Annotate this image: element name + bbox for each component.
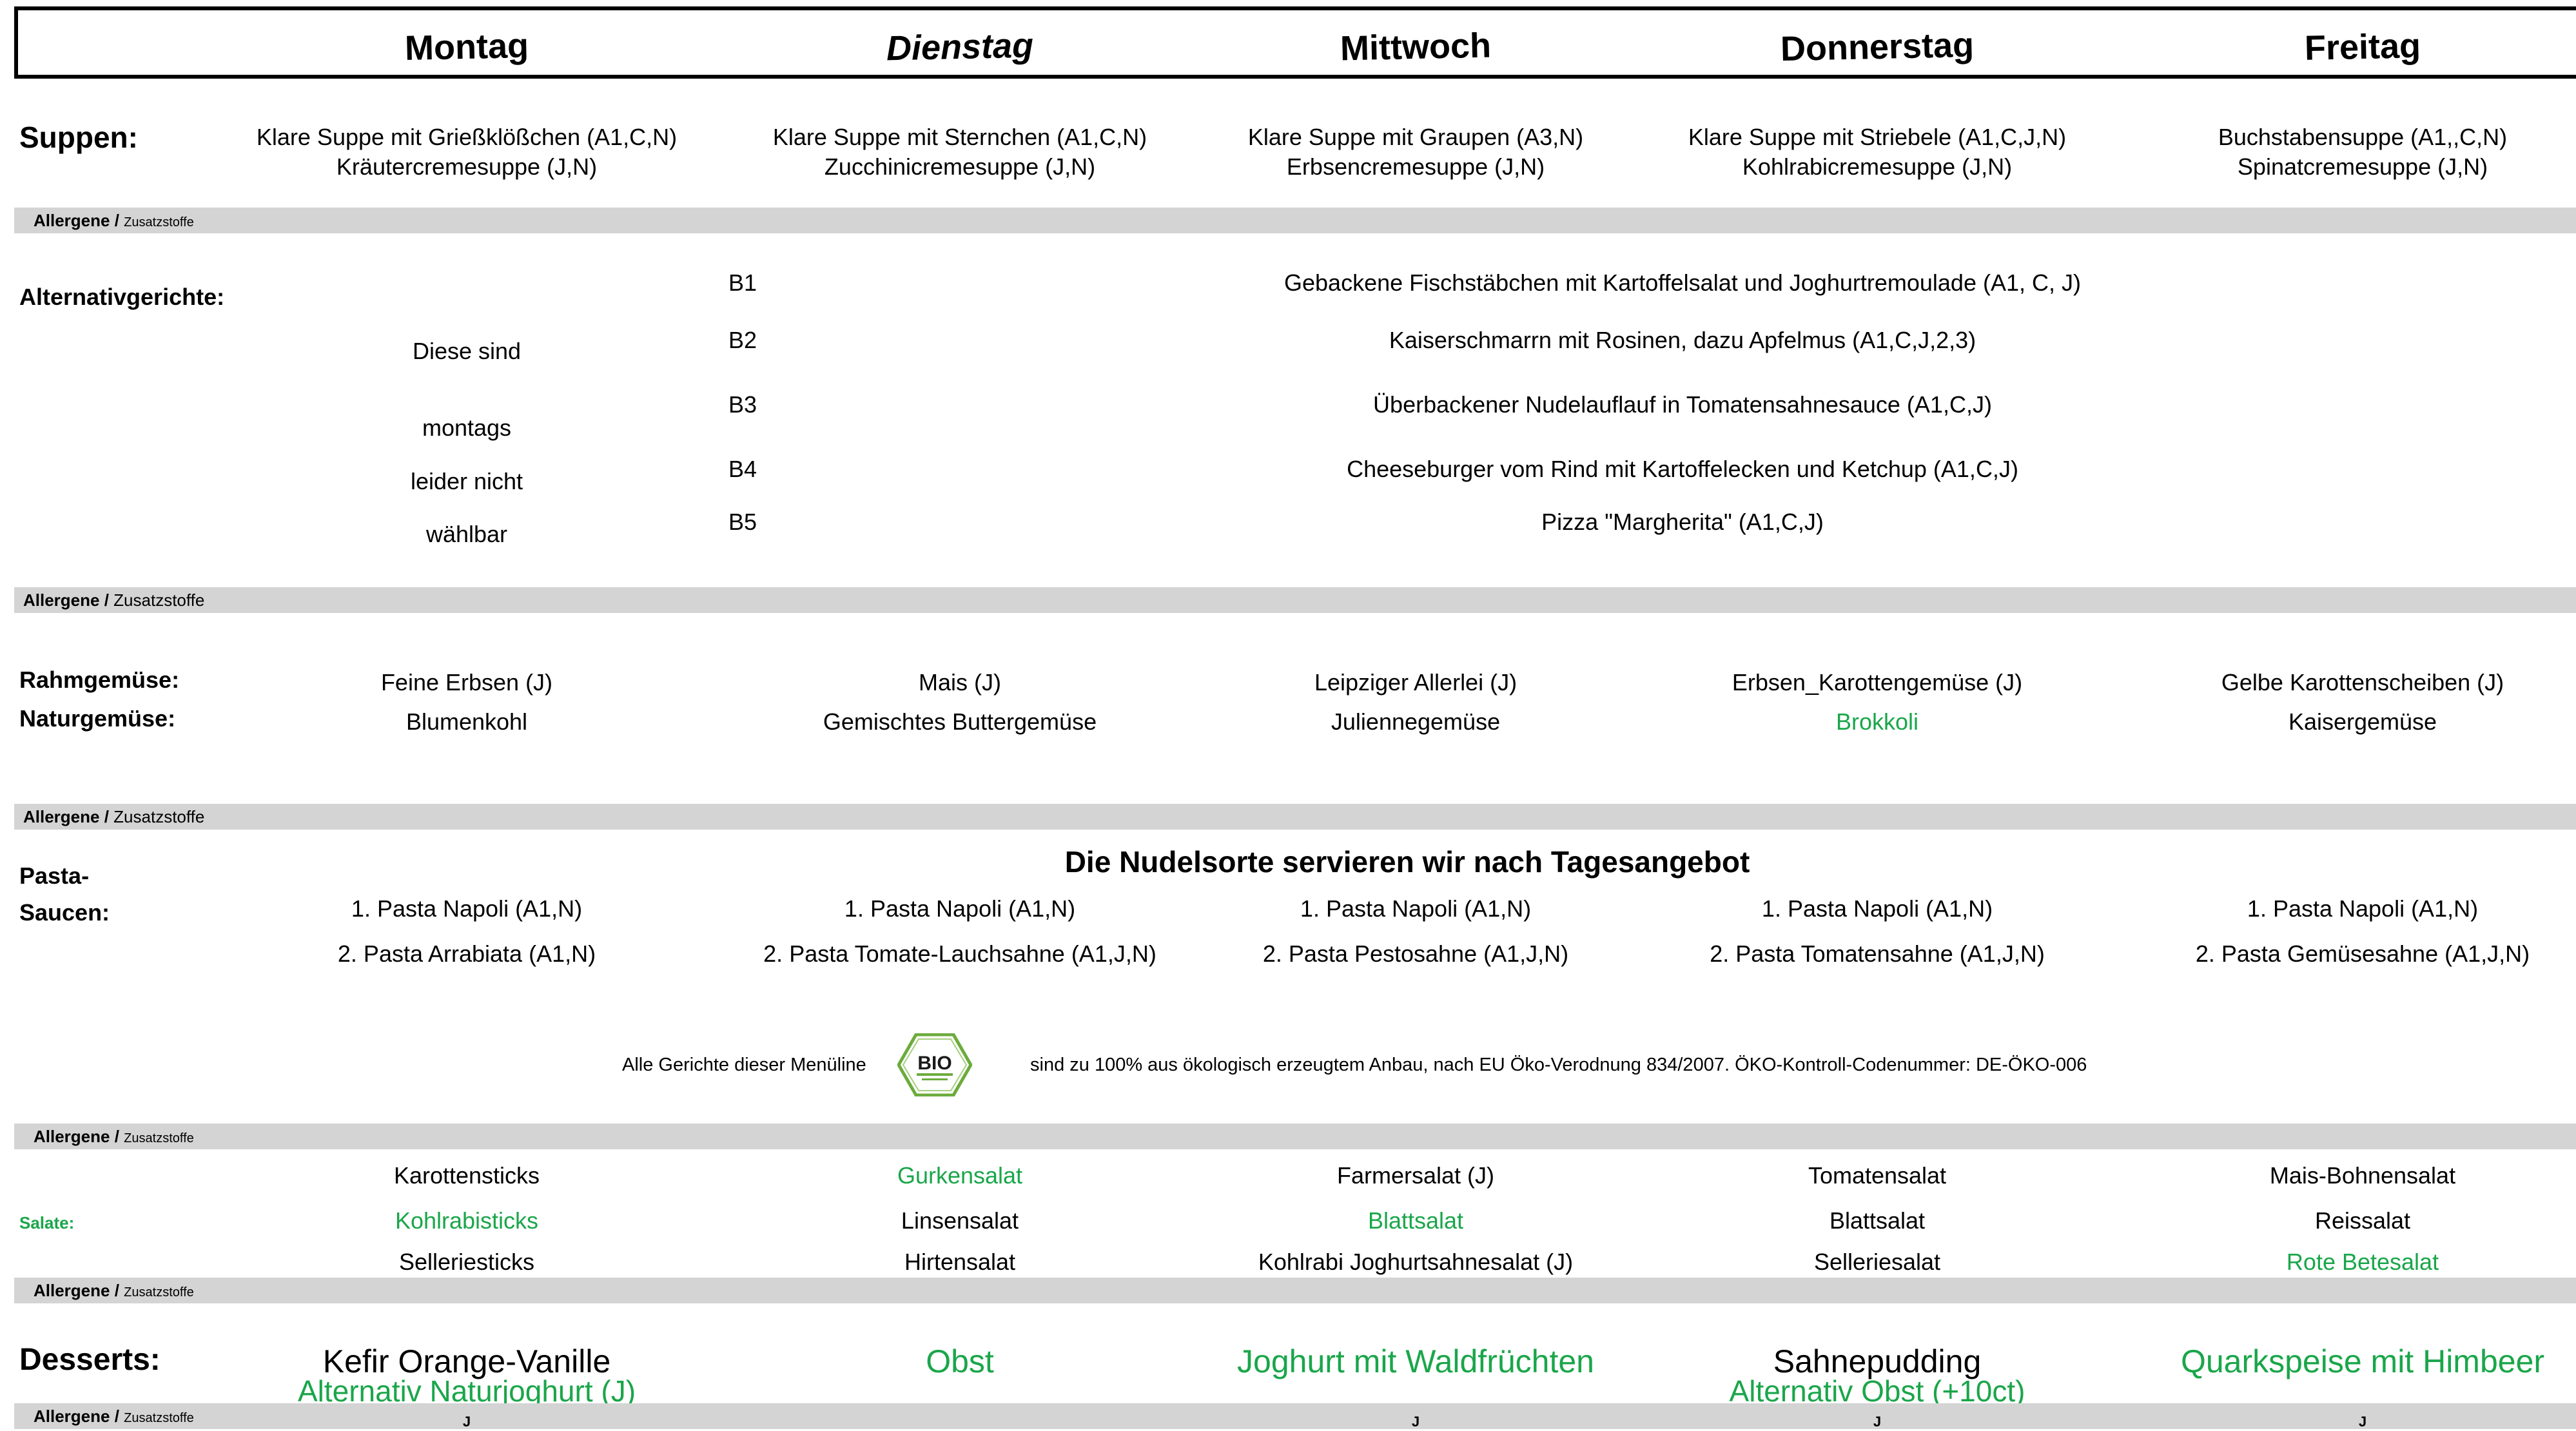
rahm-monday: Feine Erbsen (J) (380, 669, 553, 696)
day-thursday: Donnerstag (1780, 25, 1975, 69)
soup-tuesday: Klare Suppe mit Sternchen (A1,C,N) Zucchi… (772, 124, 1147, 180)
rahm-wednesday: Leipziger Allerlei (J) (1314, 669, 1517, 696)
allergen-band: Allergene / Zusatzstoffe (14, 1124, 2576, 1149)
natur-wednesday: Juliennegemüse (1331, 708, 1501, 735)
salad2-monday: Kohlrabisticks (395, 1207, 539, 1234)
pasta1-monday: 1. Pasta Napoli (A1,N) (351, 895, 583, 922)
alt-code-b1: B1 (728, 269, 757, 296)
allergen-band: Allergene / Zusatzstoffe (14, 804, 2576, 830)
alt-code-b2: B2 (728, 327, 757, 353)
allergen-band: Allergene / Zusatzstoffe (14, 587, 2576, 613)
salad1-wednesday: Farmersalat (J) (1336, 1162, 1495, 1189)
naturgemuese-label: Naturgemüse: (19, 705, 176, 732)
salad1-thursday: Tomatensalat (1808, 1162, 1947, 1189)
pasta2-thursday: 2. Pasta Tomatensahne (A1,J,N) (1710, 940, 2045, 967)
salad2-wednesday: Blattsalat (1367, 1207, 1464, 1234)
salad1-friday: Mais-Bohnensalat (2269, 1162, 2456, 1189)
soups-label: Suppen: (19, 121, 138, 154)
salad2-thursday: Blattsalat (1829, 1207, 1926, 1234)
natur-monday: Blumenkohl (405, 708, 528, 735)
monday-note-2: montags (422, 414, 512, 441)
pasta2-friday: 2. Pasta Gemüsesahne (A1,J,N) (2195, 940, 2530, 967)
pasta1-friday: 1. Pasta Napoli (A1,N) (2247, 895, 2479, 922)
allergen-band: Allergene / Zusatzstoffe (14, 208, 2576, 233)
rahmgemuese-label: Rahmgemüse: (19, 667, 180, 693)
alt-dish-b1: Gebackene Fischstäbchen mit Kartoffelsal… (1284, 269, 2081, 296)
pasta-label-2: Saucen: (19, 899, 110, 926)
day-wednesday: Mittwoch (1340, 26, 1492, 68)
salad3-monday: Selleriesticks (398, 1249, 535, 1275)
day-monday: Montag (404, 26, 529, 68)
soup-thursday: Klare Suppe mit Striebele (A1,C,J,N) Kohl… (1688, 124, 2067, 180)
svg-text:BIO: BIO (917, 1053, 951, 1074)
bio-text-right: sind zu 100% aus ökologisch erzeugtem An… (1030, 1055, 2087, 1075)
dessert-allergen-friday: J (2358, 1414, 2367, 1430)
dessert-allergen-thursday: J (1873, 1414, 1882, 1430)
pasta1-wednesday: 1. Pasta Napoli (A1,N) (1300, 895, 1532, 922)
rahm-friday: Gelbe Karottenscheiben (J) (2221, 669, 2504, 696)
monday-note-4: wählbar (425, 521, 508, 547)
pasta2-tuesday: 2. Pasta Tomate-Lauchsahne (A1,J,N) (763, 940, 1156, 967)
pasta1-thursday: 1. Pasta Napoli (A1,N) (1761, 895, 1993, 922)
pasta-title: Die Nudelsorte servieren wir nach Tagesa… (1064, 845, 1750, 879)
salads-label: Salate: (19, 1213, 75, 1232)
salad3-tuesday: Hirtensalat (904, 1249, 1016, 1275)
natur-thursday: Brokkoli (1835, 708, 1919, 735)
alt-dish-b2: Kaiserschmarrn mit Rosinen, dazu Apfelmu… (1389, 327, 1976, 353)
day-friday: Freitag (2304, 26, 2421, 68)
alt-code-b5: B5 (728, 509, 757, 535)
pasta-label-1: Pasta- (19, 862, 90, 889)
soup-wednesday: Klare Suppe mit Graupen (A3,N) Erbsencrem… (1247, 124, 1584, 180)
rahm-tuesday: Mais (J) (919, 669, 1001, 696)
salad3-wednesday: Kohlrabi Joghurtsahnesalat (J) (1258, 1249, 1574, 1275)
alternatives-label: Alternativgerichte: (19, 284, 225, 310)
salad2-tuesday: Linsensalat (901, 1207, 1019, 1234)
dessert-tuesday: Obst (926, 1343, 994, 1379)
salad1-monday: Karottensticks (393, 1162, 540, 1189)
soup-monday: Klare Suppe mit Grießklößchen (A1,C,N) Kr… (256, 124, 678, 180)
natur-friday: Kaisergemüse (2288, 708, 2437, 735)
alt-dish-b4: Cheeseburger vom Rind mit Kartoffelecken… (1347, 456, 2018, 482)
alt-code-b3: B3 (728, 391, 757, 418)
bio-logo-icon: BIO (897, 1033, 972, 1096)
salad1-tuesday: Gurkensalat (897, 1162, 1023, 1189)
dessert-friday: Quarkspeise mit Himbeer (2180, 1343, 2545, 1379)
natur-tuesday: Gemischtes Buttergemüse (823, 708, 1097, 735)
alt-code-b4: B4 (728, 456, 757, 482)
monday-note-1: Diese sind (412, 338, 522, 364)
day-tuesday: Dienstag (886, 26, 1034, 68)
alt-dish-b3: Überbackener Nudelauflauf in Tomatensahn… (1373, 391, 1992, 418)
pasta2-wednesday: 2. Pasta Pestosahne (A1,J,N) (1262, 940, 1569, 967)
desserts-label: Desserts: (19, 1343, 161, 1377)
allergen-band: Allergene / Zusatzstoffe (14, 1403, 2576, 1429)
soup-friday: Buchstabensuppe (A1,,C,N) Spinatcremesupp… (2218, 124, 2508, 180)
salad3-thursday: Selleriesalat (1813, 1249, 1941, 1275)
weekday-header (14, 6, 2576, 79)
bio-text-left: Alle Gerichte dieser Menüline (622, 1055, 866, 1075)
dessert-allergen-wednesday: J (1411, 1414, 1420, 1430)
pasta2-monday: 2. Pasta Arrabiata (A1,N) (337, 940, 596, 967)
salad3-friday: Rote Betesalat (2286, 1249, 2439, 1275)
pasta1-tuesday: 1. Pasta Napoli (A1,N) (844, 895, 1076, 922)
dessert-wednesday: Joghurt mit Waldfrüchten (1237, 1343, 1594, 1379)
dessert-allergen-monday: J (462, 1414, 471, 1430)
monday-note-3: leider nicht (410, 468, 523, 494)
rahm-thursday: Erbsen_Karottengemüse (J) (1732, 669, 2023, 696)
alt-dish-b5: Pizza "Margherita" (A1,C,J) (1541, 509, 1824, 535)
allergen-band: Allergene / Zusatzstoffe (14, 1278, 2576, 1303)
salad2-friday: Reissalat (2314, 1207, 2411, 1234)
